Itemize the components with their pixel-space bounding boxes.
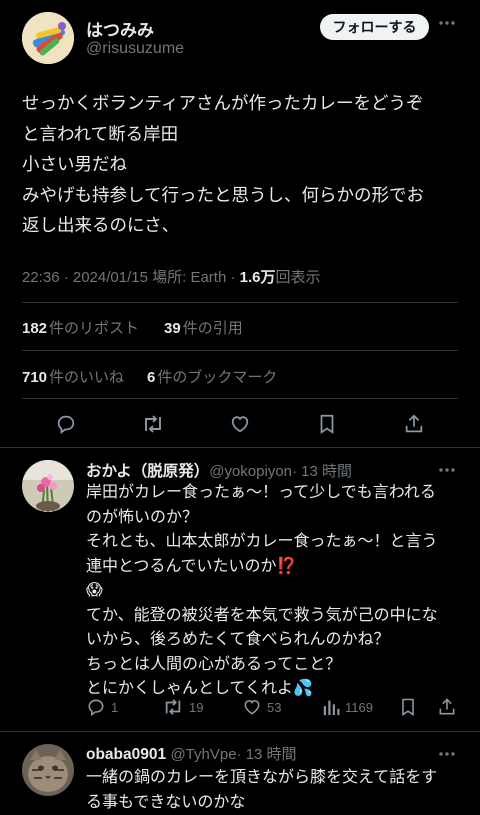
reply-time[interactable]: · 13 時間	[292, 463, 352, 480]
divider	[22, 350, 458, 351]
follow-button[interactable]: フォローする	[320, 14, 429, 40]
bookmarks-stat[interactable]: 6 件のブックマーク	[147, 366, 277, 387]
reply-author-name[interactable]: おかよ（脱原発）	[86, 463, 209, 480]
repost-icon[interactable]	[139, 410, 167, 438]
bookmark-icon[interactable]	[313, 410, 341, 438]
more-icon[interactable]	[438, 745, 456, 763]
repost-icon	[165, 699, 181, 715]
author-avatar[interactable]	[22, 12, 74, 64]
divider	[0, 731, 480, 732]
bookmark-action[interactable]	[399, 697, 417, 717]
more-icon[interactable]	[438, 14, 456, 32]
tweet-time[interactable]: 22:36 · 2024/01/15 場所: Earth ·	[22, 269, 240, 286]
like-action[interactable]: 53	[242, 697, 281, 717]
reply-icon[interactable]	[52, 410, 80, 438]
divider	[22, 398, 458, 399]
reply-action[interactable]: 1	[86, 697, 118, 717]
heart-icon	[244, 699, 260, 715]
repost-count: 19	[189, 699, 204, 715]
share-icon	[439, 698, 455, 715]
bookmark-icon	[402, 698, 414, 716]
views-count: 1169	[345, 699, 373, 715]
more-icon[interactable]	[438, 461, 456, 479]
repost-action[interactable]: 19	[162, 697, 203, 717]
author-name[interactable]: はつみみ	[86, 16, 154, 41]
tweet-meta: 22:36 · 2024/01/15 場所: Earth · 1.6万回表示	[22, 266, 321, 287]
author-handle[interactable]: @risusuzume	[86, 40, 184, 58]
reply-author-handle[interactable]: @yokopiyon	[209, 463, 292, 480]
reply-count: 1	[111, 699, 119, 715]
share-action[interactable]	[437, 697, 457, 717]
bookmarks-label: 件のブックマーク	[157, 369, 278, 386]
reposts-label: 件のリポスト	[49, 320, 140, 337]
share-icon[interactable]	[400, 410, 428, 438]
divider	[0, 447, 480, 448]
divider	[22, 302, 458, 303]
reply-header: おかよ（脱原発）@yokopiyon· 13 時間	[86, 459, 352, 481]
reply-text: 岸田がカレー食ったぁ〜！って少しでも言われる のが怖いのか？ それとも、山本太郎…	[86, 484, 438, 697]
tweet-text: せっかくボランティアさんが作ったカレーをどうぞ と言われて断る岸田 小さい男だね…	[22, 93, 424, 235]
views-action[interactable]: 1169	[322, 697, 373, 717]
heart-icon[interactable]	[226, 410, 254, 438]
reply-avatar[interactable]	[22, 744, 74, 796]
reply-text: 一緒の鍋のカレーを頂きながら膝を交えて話をす る事もできないのかな	[86, 769, 438, 811]
reposts-count: 182	[22, 320, 48, 337]
reply-author-name[interactable]: obaba0901	[86, 746, 166, 763]
reply-author-handle[interactable]: @TyhVpe	[170, 746, 236, 763]
quotes-label: 件の引用	[182, 320, 243, 337]
quotes-stat[interactable]: 39 件の引用	[164, 317, 243, 338]
reply-time[interactable]: · 13 時間	[237, 746, 297, 763]
like-count: 53	[267, 699, 282, 715]
reply-icon	[88, 699, 104, 717]
likes-count: 710	[22, 369, 48, 386]
analytics-icon	[323, 700, 340, 716]
reposts-stat[interactable]: 182 件のリポスト	[22, 317, 139, 338]
quotes-count: 39	[164, 320, 181, 337]
views-count: 1.6万	[239, 269, 276, 286]
bookmarks-count: 6	[147, 369, 156, 386]
likes-stat[interactable]: 710 件のいいね	[22, 366, 124, 387]
reply-avatar[interactable]	[22, 460, 74, 512]
reply-header: obaba0901 @TyhVpe· 13 時間	[86, 743, 297, 764]
likes-label: 件のいいね	[49, 369, 125, 386]
views-label: 回表示	[275, 269, 321, 286]
